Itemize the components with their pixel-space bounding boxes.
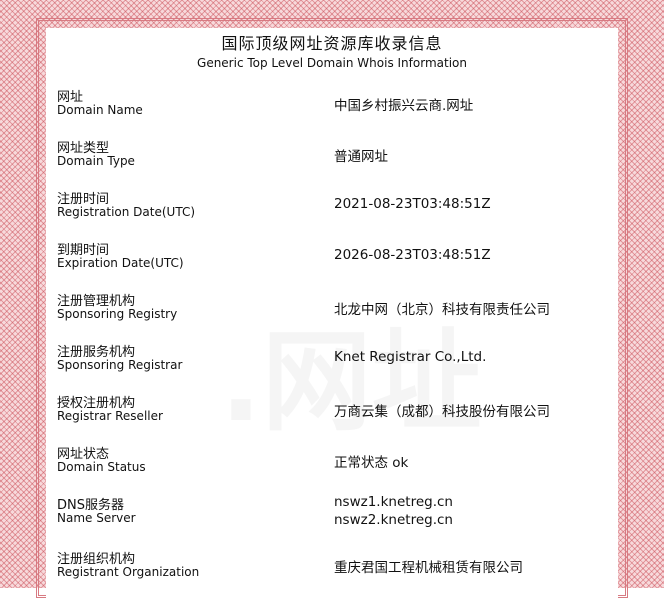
label-en: Expiration Date(UTC) (57, 256, 184, 270)
value: 万商云集（成都）科技股份有限公司 (334, 404, 550, 420)
label-en: Domain Status (57, 460, 146, 474)
value: Knet Registrar Co.,Ltd. (334, 349, 487, 365)
label-en: Registrar Reseller (57, 409, 163, 423)
value-line-2: nswz2.knetreg.cn (334, 512, 453, 528)
label-en: Domain Type (57, 154, 135, 168)
label-en: Registration Date(UTC) (57, 205, 196, 219)
page-title: 国际顶级网址资源库收录信息 (221, 34, 443, 53)
value: 重庆君国工程机械租赁有限公司 (334, 560, 523, 576)
value: 北龙中网（北京）科技有限责任公司 (334, 302, 550, 318)
value: 2021-08-23T03:48:51Z (334, 196, 491, 212)
label-en: Sponsoring Registrar (57, 358, 183, 372)
label-en: Registrant Organization (57, 565, 200, 579)
page-subtitle: Generic Top Level Domain Whois Informati… (197, 56, 467, 70)
info-row-domain-name: 网址 Domain Name 中国乡村振兴云商.网址 (57, 86, 617, 136)
value: 正常状态 ok (334, 455, 409, 471)
info-row-expiration-date: 到期时间 Expiration Date(UTC) 2026-08-23T03:… (57, 239, 617, 289)
value: 2026-08-23T03:48:51Z (334, 247, 491, 263)
info-row-name-server: DNS服务器 Name Server nswz1.knetreg.cn nswz… (57, 494, 617, 544)
info-row-sponsoring-registrar: 注册服务机构 Sponsoring Registrar Knet Registr… (57, 341, 617, 391)
info-row-sponsoring-registry: 注册管理机构 Sponsoring Registry 北龙中网（北京）科技有限责… (57, 290, 617, 340)
info-row-domain-type: 网址类型 Domain Type 普通网址 (57, 137, 617, 187)
value: 普通网址 (334, 149, 388, 165)
label-en: Name Server (57, 511, 136, 525)
value: 中国乡村振兴云商.网址 (334, 98, 474, 114)
info-row-registrar-reseller: 授权注册机构 Registrar Reseller 万商云集（成都）科技股份有限… (57, 392, 617, 442)
value-line-1: nswz1.knetreg.cn (334, 494, 453, 510)
label-en: Sponsoring Registry (57, 307, 178, 321)
label-en: Domain Name (57, 103, 143, 117)
info-row-domain-status: 网址状态 Domain Status 正常状态 ok (57, 443, 617, 493)
info-row-registration-date: 注册时间 Registration Date(UTC) 2021-08-23T0… (57, 188, 617, 238)
info-row-registrant-organization: 注册组织机构 Registrant Organization 重庆君国工程机械租… (57, 548, 617, 588)
